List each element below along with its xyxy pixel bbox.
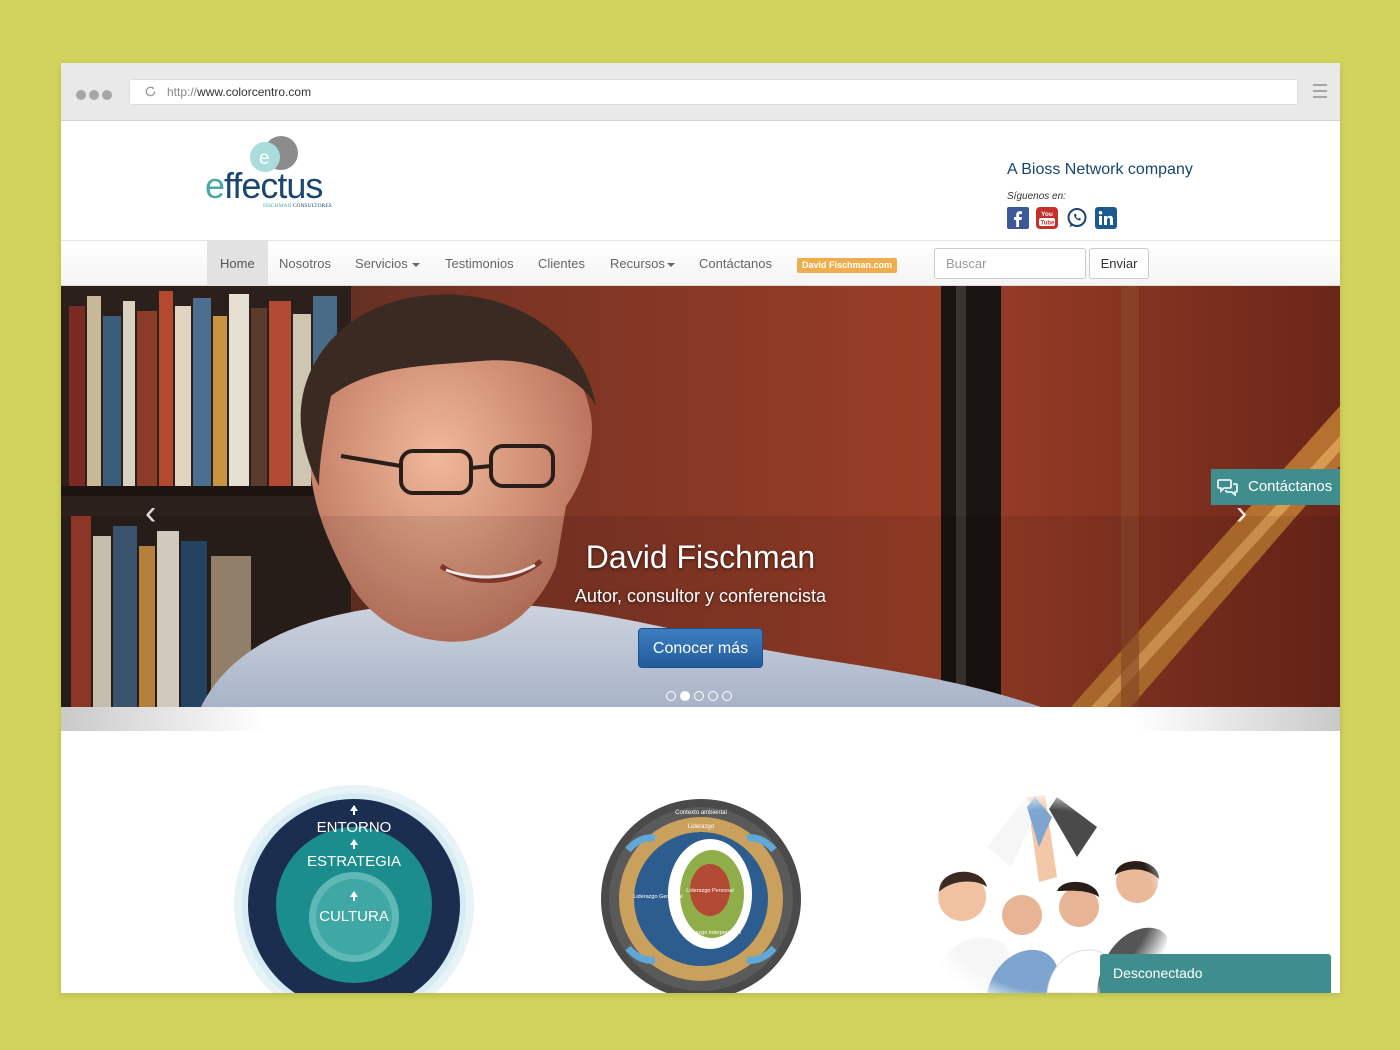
url-host: www.colorcentro.com xyxy=(197,85,312,99)
live-chat-widget[interactable]: Desconectado xyxy=(1100,954,1331,993)
facebook-icon[interactable] xyxy=(1007,207,1029,229)
diagram-label-estrategia: ESTRATEGIA xyxy=(307,853,401,870)
nav-clientes[interactable]: Clientes xyxy=(525,241,598,286)
nav-clientes-label: Clientes xyxy=(538,256,585,271)
nav-testimonios[interactable]: Testimonios xyxy=(432,241,527,286)
browser-toolbar: http://www.colorcentro.com xyxy=(61,63,1340,121)
chevron-down-icon xyxy=(666,262,675,267)
diagram-label-cultura: CULTURA xyxy=(319,908,389,925)
carousel-dot[interactable] xyxy=(666,691,676,701)
nav-testimonios-label: Testimonios xyxy=(445,256,514,271)
social-links: You Tube xyxy=(1007,207,1120,229)
main-navbar: Home Nosotros Servicios Testimonios Clie… xyxy=(61,240,1340,286)
nav-home[interactable]: Home xyxy=(207,241,268,286)
culture-strategy-diagram[interactable]: ENTORNO ESTRATEGIA CULTURA xyxy=(233,784,475,993)
url-text[interactable]: http://www.colorcentro.com xyxy=(167,85,311,99)
window-dot[interactable] xyxy=(89,90,99,100)
linkedin-icon[interactable] xyxy=(1095,207,1118,229)
address-bar[interactable]: http://www.colorcentro.com xyxy=(129,79,1298,105)
nav-nosotros[interactable]: Nosotros xyxy=(266,241,344,286)
carousel-indicators xyxy=(666,688,736,706)
diagram-label-personal: Liderazgo Personal xyxy=(686,888,733,894)
search-input[interactable]: Buscar xyxy=(934,248,1086,279)
reload-icon[interactable] xyxy=(144,85,157,98)
logo-subtitle-brand: FISCHMAN xyxy=(263,203,292,209)
diagram-label-interpersonal: Liderazgo Interpersonal xyxy=(683,930,741,936)
nav-contactanos[interactable]: Contáctanos xyxy=(686,241,785,286)
nav-recursos-label: Recursos xyxy=(610,256,665,271)
company-tagline: A Bioss Network company xyxy=(1007,161,1193,178)
diagram-label-contexto: Contexto ambiental xyxy=(675,810,727,816)
window-dot[interactable] xyxy=(76,90,86,100)
nav-servicios-label: Servicios xyxy=(355,256,408,271)
logo-wordmark-rest: ffectus xyxy=(224,165,323,206)
chat-bubbles-icon xyxy=(1217,479,1238,496)
hero-carousel: ‹ › David Fischman Autor, consultor y co… xyxy=(61,286,1340,707)
effectus-logo[interactable]: e effectus FISCHMAN CONSULTORES xyxy=(205,135,345,209)
whatsapp-icon[interactable] xyxy=(1066,207,1088,229)
nav-nosotros-label: Nosotros xyxy=(279,256,332,271)
nav-servicios[interactable]: Servicios xyxy=(342,241,433,286)
browser-window: http://www.colorcentro.com e effectus FI… xyxy=(61,63,1340,993)
leadership-model-diagram[interactable]: Contexto ambiental Liderazgo Liderazgo G… xyxy=(600,798,802,993)
hero-title: David Fischman xyxy=(585,539,816,575)
diagram-label-entorno: ENTORNO xyxy=(317,819,392,836)
follow-label: Síguenos en: xyxy=(1007,191,1066,202)
svg-text:You: You xyxy=(1041,211,1053,218)
section-divider xyxy=(61,707,1340,731)
logo-subtitle-text: CONSULTORES xyxy=(292,203,332,209)
carousel-dot-active[interactable] xyxy=(680,691,690,701)
carousel-dot[interactable] xyxy=(708,691,718,701)
contact-tab-label: Contáctanos xyxy=(1248,478,1333,495)
window-controls xyxy=(76,87,115,105)
nav-contactanos-label: Contáctanos xyxy=(699,256,772,271)
carousel-prev-chevron-left-icon[interactable]: ‹ xyxy=(145,496,156,530)
svg-text:Tube: Tube xyxy=(1041,221,1056,227)
contact-tab-button[interactable]: Contáctanos xyxy=(1211,469,1340,505)
search-submit-button[interactable]: Enviar xyxy=(1089,248,1149,279)
hamburger-menu-icon[interactable] xyxy=(1313,84,1327,102)
carousel-dot[interactable] xyxy=(722,691,732,701)
diagram-label-gerencial: Liderazgo Gerencial xyxy=(633,894,682,900)
logo-wordmark-e: e xyxy=(205,165,225,206)
url-protocol: http:// xyxy=(167,85,198,99)
logo-subtitle: FISCHMAN CONSULTORES xyxy=(263,203,332,209)
chevron-down-icon xyxy=(411,262,420,267)
logo-wordmark: effectus xyxy=(205,165,323,207)
site-header: e effectus FISCHMAN CONSULTORES A Bioss … xyxy=(61,121,1340,240)
hero-subtitle: Autor, consultor y conferencista xyxy=(574,586,827,606)
conocer-mas-button[interactable]: Conocer más xyxy=(638,628,763,668)
david-fischman-link-badge[interactable]: David Fischman.com xyxy=(797,258,898,273)
nav-recursos[interactable]: Recursos xyxy=(597,241,688,286)
nav-home-label: Home xyxy=(220,256,255,271)
youtube-icon[interactable]: You Tube xyxy=(1036,207,1059,229)
diagram-label-liderazgo: Liderazgo xyxy=(688,824,715,830)
window-dot[interactable] xyxy=(102,90,112,100)
carousel-dot[interactable] xyxy=(694,691,704,701)
